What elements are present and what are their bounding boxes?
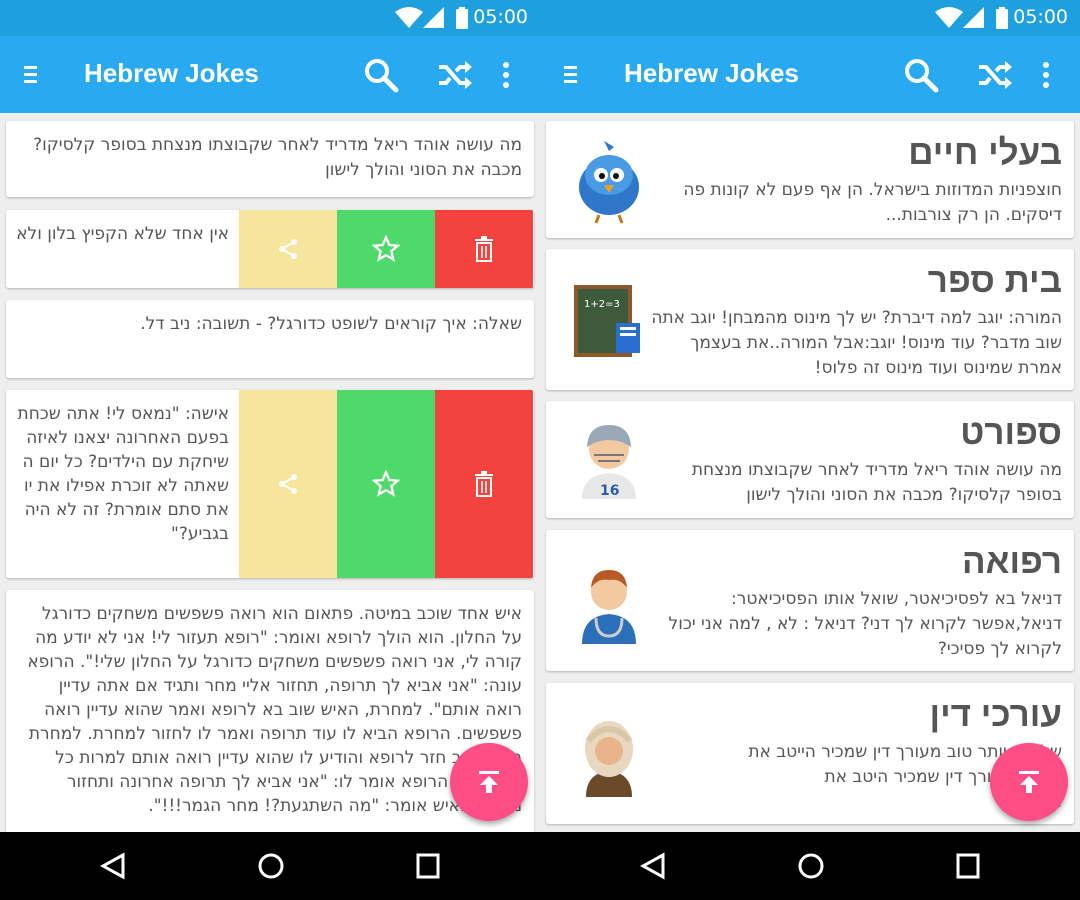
battery-icon <box>456 7 468 29</box>
battery-icon <box>996 7 1008 29</box>
left-screen: 05:00 Hebrew Jokes מה עושה אוהד ריאל מדר… <box>0 0 540 900</box>
judge-icon <box>585 721 633 797</box>
joke-card[interactable]: מה עושה אוהד ריאל מדריד לאחר שקבוצתו מנצ… <box>6 121 534 197</box>
star-icon <box>372 235 400 262</box>
category-preview: המורה: יוגב למה דיברת? יש לך מינוס מהמבח… <box>651 308 1062 378</box>
category-card-animals[interactable]: בעלי חיים חוצפניות המדוזות בישראל. הן אף… <box>546 121 1074 238</box>
category-title: בעלי חיים <box>908 133 1062 172</box>
joke-text-container: אין אחד שלא הקפיץ בלון ולא <box>6 210 239 288</box>
category-preview: מה עושה אוהד ריאל מדריד לאחר שקבוצתו מנצ… <box>691 460 1062 505</box>
app-title: Hebrew Jokes <box>84 58 259 88</box>
share-icon <box>279 239 297 259</box>
delete-button[interactable] <box>435 390 533 578</box>
scroll-to-top-icon <box>479 771 499 793</box>
trash-icon <box>475 236 493 262</box>
home-icon[interactable] <box>797 852 825 880</box>
joke-text: מה עושה אוהד ריאל מדריד לאחר שקבוצתו מנצ… <box>33 135 522 180</box>
scroll-to-top-button[interactable] <box>990 743 1068 821</box>
category-preview: חוצפניות המדוזות בישראל. הן אף פעם לא קו… <box>683 180 1062 225</box>
share-button[interactable] <box>239 390 337 578</box>
joke-text: אין אחד שלא הקפיץ בלון ולא <box>16 224 229 244</box>
joke-card-swiped[interactable]: אין אחד שלא הקפיץ בלון ולא <box>6 210 534 288</box>
chalkboard-icon: 1+2=3 <box>574 285 640 357</box>
recents-icon[interactable] <box>955 852 981 880</box>
doctor-icon <box>582 570 636 644</box>
signal-icon <box>963 7 984 28</box>
app-bar: Hebrew Jokes <box>0 36 540 113</box>
category-list[interactable]: בעלי חיים חוצפניות המדוזות בישראל. הן אף… <box>540 113 1080 832</box>
svg-text:1+2=3: 1+2=3 <box>584 299 620 310</box>
category-title: ספורט <box>960 413 1062 452</box>
category-card-medicine[interactable]: רפואה דניאל בא לפסיכיאטר, שואל אותו הפסי… <box>546 530 1074 671</box>
trash-icon <box>475 471 493 497</box>
navigation-bar <box>0 832 540 900</box>
joke-card-swiped[interactable]: אישה: "נמאס לי! אתה שכחת בפעם האחרונה יצ… <box>6 390 534 578</box>
category-title: בית ספר <box>927 261 1062 300</box>
right-screen: 05:00 Hebrew Jokes בעלי חיים חוצפניות המ… <box>540 0 1080 900</box>
category-card-school[interactable]: בית ספר המורה: יוגב למה דיברת? יש לך מינ… <box>546 249 1074 390</box>
joke-card[interactable]: שאלה: איך קוראים לשופט כדורגל? - תשובה: … <box>6 300 534 378</box>
joke-text: אישה: "נמאס לי! אתה שכחת בפעם האחרונה יצ… <box>17 404 229 544</box>
menu-icon[interactable] <box>562 62 588 88</box>
shuffle-icon[interactable] <box>976 56 1014 94</box>
shuffle-icon[interactable] <box>436 56 474 94</box>
menu-icon[interactable] <box>22 62 48 88</box>
share-icon <box>279 474 297 494</box>
recents-icon[interactable] <box>415 852 441 880</box>
search-icon[interactable] <box>902 56 940 94</box>
category-title: עורכי דין <box>929 695 1062 734</box>
joke-text-container: אישה: "נמאס לי! אתה שכחת בפעם האחרונה יצ… <box>6 390 239 578</box>
status-time: 05:00 <box>1013 6 1068 28</box>
back-icon[interactable] <box>100 852 126 880</box>
signal-icon <box>423 7 444 28</box>
scroll-to-top-button[interactable] <box>450 743 528 821</box>
bird-icon <box>579 141 639 224</box>
status-bar: 05:00 <box>0 0 540 36</box>
more-vert-icon[interactable] <box>1027 56 1065 94</box>
app-bar: Hebrew Jokes <box>540 36 1080 113</box>
delete-button[interactable] <box>435 210 533 288</box>
joke-list[interactable]: מה עושה אוהד ריאל מדריד לאחר שקבוצתו מנצ… <box>0 113 540 832</box>
joke-text: שאלה: איך קוראים לשופט כדורגל? - תשובה: … <box>140 314 522 334</box>
wifi-icon <box>935 7 963 28</box>
category-card-sport[interactable]: ספורט מה עושה אוהד ריאל מדריד לאחר שקבוצ… <box>546 401 1074 518</box>
status-bar: 05:00 <box>540 0 1080 36</box>
category-title: רפואה <box>961 542 1062 581</box>
star-icon <box>372 470 400 497</box>
back-icon[interactable] <box>640 852 666 880</box>
scroll-to-top-icon <box>1019 771 1039 793</box>
category-card-lawyers[interactable]: עורכי דין של מה יותר טוב מעורך דין שמכיר… <box>546 683 1074 824</box>
svg-text:16: 16 <box>600 483 619 499</box>
app-title: Hebrew Jokes <box>624 58 799 88</box>
home-icon[interactable] <box>257 852 285 880</box>
favorite-button[interactable] <box>337 210 435 288</box>
search-icon[interactable] <box>362 56 400 94</box>
navigation-bar <box>540 832 1080 900</box>
favorite-button[interactable] <box>337 390 435 578</box>
share-button[interactable] <box>239 210 337 288</box>
status-time: 05:00 <box>473 6 528 28</box>
category-preview: דניאל בא לפסיכיאטר, שואל אותו הפסיכיאטר:… <box>668 589 1062 659</box>
football-player-icon: 16 <box>582 425 636 499</box>
wifi-icon <box>395 7 423 28</box>
more-vert-icon[interactable] <box>487 56 525 94</box>
